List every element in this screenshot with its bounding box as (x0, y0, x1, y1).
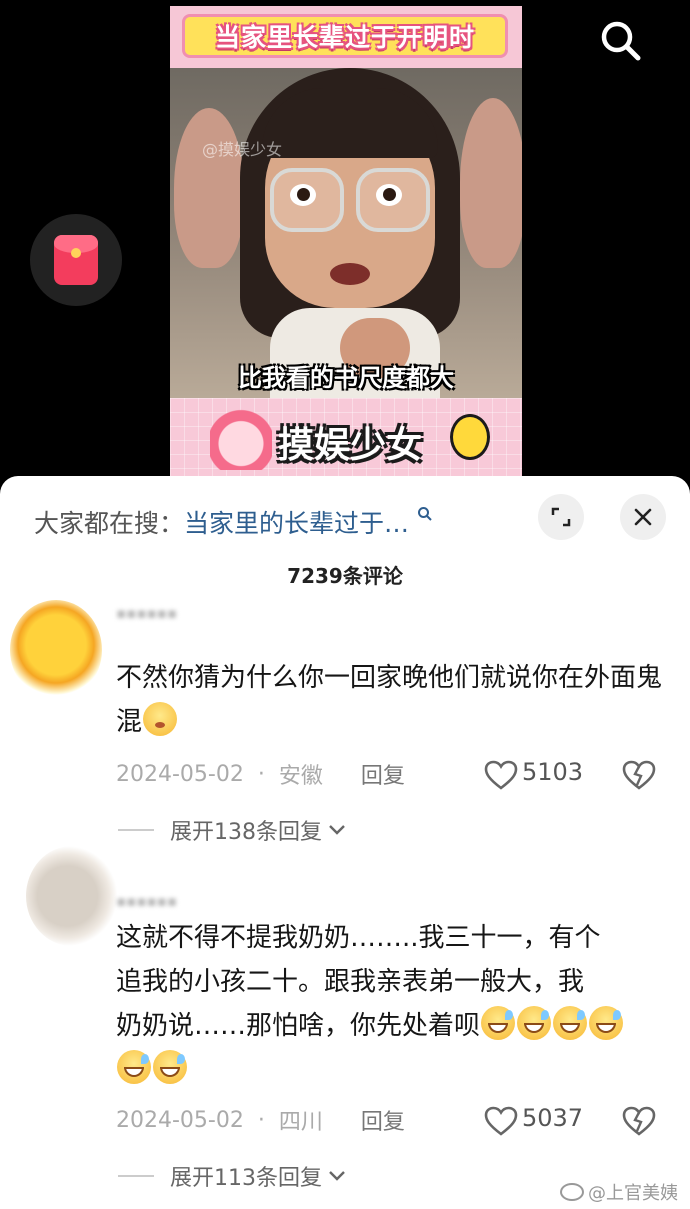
laughing-tears-emoji-icon (117, 1050, 151, 1084)
comment-location: 安徽 (278, 764, 323, 789)
reply-button[interactable]: 回复 (361, 1104, 405, 1136)
video-scene: @摸娱少女 (170, 68, 522, 398)
laughing-tears-emoji-icon (589, 1006, 624, 1040)
brand-mascot-icon (210, 404, 272, 470)
divider-line (118, 829, 154, 831)
eye-right (376, 184, 402, 206)
reply-button[interactable]: 回复 (361, 758, 405, 790)
comment-meta: 2024-05-02 · 安徽 回复 (116, 758, 405, 790)
comment-text: 不然你猜为什么你一回家晚他们就说你在外面鬼混 (116, 656, 662, 744)
suggested-search[interactable]: 大家都在搜： 当家里的长辈过于… (34, 502, 433, 542)
background-person (174, 108, 244, 268)
broken-heart-icon[interactable] (622, 1106, 656, 1136)
footer-watermark: @上官美姨 (560, 1179, 678, 1205)
close-icon (634, 508, 652, 526)
comment-location: 四川 (278, 1110, 323, 1135)
comment-username-blurred[interactable]: ▪▪▪▪▪▪ (116, 892, 177, 910)
meta-separator: · (257, 1107, 265, 1133)
video-title-banner: 当家里长辈过于开明时 (182, 14, 508, 58)
heart-icon[interactable] (484, 1106, 518, 1136)
avatar[interactable] (26, 846, 118, 946)
heart-icon[interactable] (484, 760, 518, 790)
mouth (330, 263, 370, 285)
person-bangs (262, 88, 438, 158)
meta-separator: · (257, 761, 265, 787)
expand-button[interactable] (538, 494, 584, 540)
video-watermark: @摸娱少女 (202, 140, 283, 159)
expand-icon (551, 507, 571, 527)
search-icon (601, 21, 641, 61)
flushed-emoji-icon (143, 702, 178, 736)
footer-watermark-text: @上官美姨 (588, 1183, 678, 1204)
laughing-tears-emoji-icon (481, 1006, 516, 1040)
like-count: 5037 (522, 1104, 584, 1132)
suggested-search-query[interactable]: 当家里的长辈过于… (184, 504, 409, 540)
comment-text-line: 这就不得不提我奶奶……..我三十一，有个 (116, 923, 601, 953)
comment-text-line: 追我的小孩二十。跟我亲表弟一般大，我 (116, 967, 585, 997)
chevron-down-icon (328, 820, 346, 841)
comment-username-blurred[interactable]: ▪▪▪▪▪▪ (116, 604, 177, 622)
laughing-tears-emoji-icon (517, 1006, 552, 1040)
like-count: 5103 (522, 758, 584, 786)
comment-item: ▪▪▪▪▪▪ 不然你猜为什么你一回家晚他们就说你在外面鬼混 2024-05-02… (0, 594, 690, 845)
brand-area: 摸娱少女 (170, 398, 522, 480)
brand-logo-text: 摸娱少女 (278, 425, 423, 466)
avatar[interactable] (10, 600, 102, 700)
expand-replies-button[interactable]: 展开113条回复 (118, 1160, 346, 1192)
brand-badge-icon (450, 414, 490, 460)
video-caption: 比我看的书尺度都大 (238, 364, 454, 392)
eye-left (290, 184, 316, 206)
background-person (460, 98, 522, 268)
laughing-tears-emoji-icon (553, 1006, 588, 1040)
laughing-tears-emoji-icon (153, 1050, 187, 1084)
comments-sheet: 大家都在搜： 当家里的长辈过于… 7239条评论 ▪▪▪▪▪▪ 不然你猜为什么你… (0, 476, 690, 1209)
red-packet-button[interactable] (30, 214, 122, 306)
search-button[interactable] (598, 18, 644, 64)
video-frame[interactable]: 当家里长辈过于开明时 @摸娱少女 比我看的书尺度都大 摸娱少女 (170, 6, 522, 480)
broken-heart-icon[interactable] (622, 760, 656, 790)
comment-meta: 2024-05-02 · 四川 回复 (116, 1104, 405, 1136)
expand-replies-label: 展开113条回复 (170, 1166, 322, 1191)
comment-item: ▪▪▪▪▪▪ 这就不得不提我奶奶……..我三十一，有个 追我的小孩二十。跟我亲表… (0, 842, 690, 1192)
chevron-down-icon (328, 1166, 346, 1187)
close-button[interactable] (620, 494, 666, 540)
comment-text-body: 不然你猜为什么你一回家晚他们就说你在外面鬼混 (116, 663, 663, 737)
comment-text: 这就不得不提我奶奶……..我三十一，有个 追我的小孩二十。跟我亲表弟一般大，我 … (116, 916, 662, 1092)
comment-date: 2024-05-02 (116, 1107, 244, 1133)
video-title-text: 当家里长辈过于开明时 (214, 23, 475, 52)
video-player[interactable]: 当家里长辈过于开明时 @摸娱少女 比我看的书尺度都大 摸娱少女 (0, 0, 690, 480)
search-small-icon (417, 506, 433, 527)
red-packet-icon (54, 235, 98, 285)
suggested-search-prefix: 大家都在搜： (34, 509, 185, 538)
divider-line (118, 1175, 154, 1177)
comment-date: 2024-05-02 (116, 761, 244, 787)
comment-text-line: 奶奶说……那怕啥，你先处着呗 (116, 1011, 481, 1041)
weibo-logo-icon (560, 1183, 584, 1201)
comment-count: 7239条评论 (287, 564, 403, 588)
